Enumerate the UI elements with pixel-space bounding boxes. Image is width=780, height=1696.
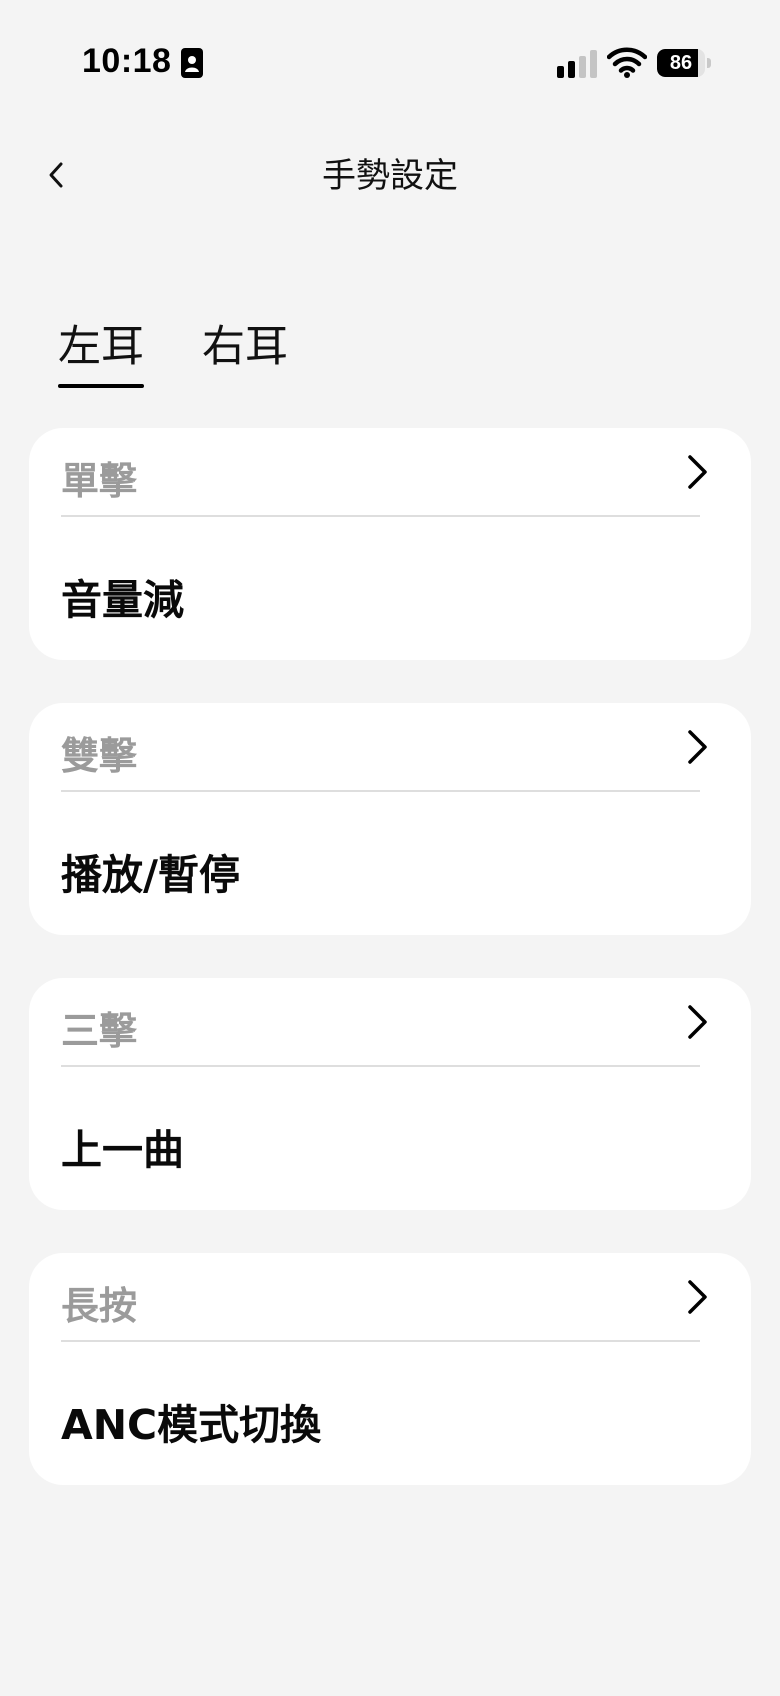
gesture-label: 雙擊	[61, 734, 138, 778]
tab-selected-indicator	[58, 384, 144, 388]
card-divider	[61, 515, 700, 517]
gesture-action-value: 上一曲	[61, 1126, 184, 1174]
battery-body: 86	[657, 49, 705, 77]
gesture-label: 三擊	[61, 1009, 138, 1053]
gesture-card-triple-tap: 三擊 上一曲	[29, 978, 751, 1210]
gesture-label: 長按	[61, 1284, 138, 1328]
gesture-card-double-tap: 雙擊 播放/暫停	[29, 703, 751, 935]
signal-icon	[557, 50, 597, 78]
id-card-icon	[181, 48, 203, 78]
card-divider	[61, 790, 700, 792]
chevron-right-icon	[688, 730, 707, 764]
chevron-right-icon	[688, 1005, 707, 1039]
gesture-label: 單擊	[61, 459, 138, 503]
status-bar: 10:18 86	[0, 0, 780, 120]
card-divider	[61, 1065, 700, 1067]
tab-left-ear[interactable]: 左耳	[58, 312, 144, 374]
back-button[interactable]	[36, 150, 76, 200]
gesture-header-single-tap[interactable]: 單擊	[61, 428, 729, 516]
gesture-action-value: 音量減	[61, 576, 184, 624]
gesture-card-single-tap: 單擊 音量減	[29, 428, 751, 660]
gesture-action-value: 播放/暫停	[61, 851, 240, 899]
chevron-right-icon	[688, 455, 707, 489]
tab-right-ear[interactable]: 右耳	[202, 312, 288, 374]
chevron-right-icon	[688, 1280, 707, 1314]
battery-icon: 86	[657, 49, 713, 77]
gesture-action-value: ANC模式切換	[61, 1401, 322, 1449]
gesture-header-long-press[interactable]: 長按	[61, 1253, 729, 1341]
wifi-icon	[607, 47, 647, 78]
page-title: 手勢設定	[322, 156, 458, 196]
chevron-left-icon	[49, 162, 63, 188]
card-divider	[61, 1340, 700, 1342]
gesture-header-triple-tap[interactable]: 三擊	[61, 978, 729, 1066]
gesture-card-long-press: 長按 ANC模式切換	[29, 1253, 751, 1485]
status-time: 10:18	[82, 42, 172, 80]
gesture-header-double-tap[interactable]: 雙擊	[61, 703, 729, 791]
battery-percentage: 86	[669, 52, 693, 74]
battery-cap	[707, 58, 711, 68]
